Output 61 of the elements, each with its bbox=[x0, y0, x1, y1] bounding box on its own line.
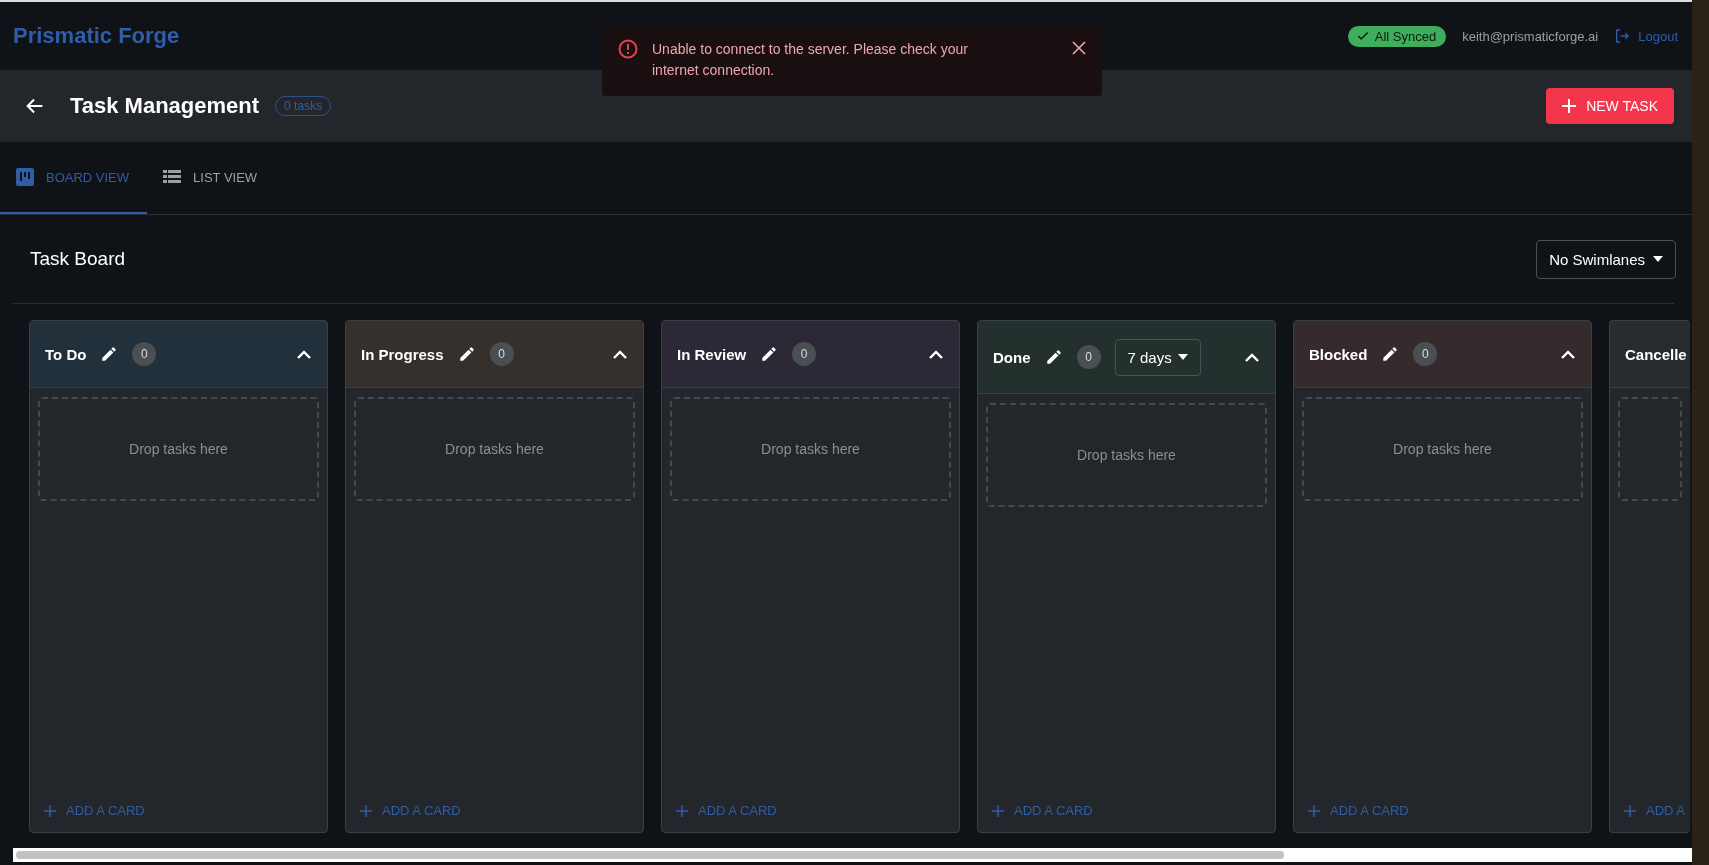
pencil-icon[interactable] bbox=[1044, 348, 1063, 366]
column-title: To Do bbox=[45, 345, 87, 363]
column-title: Blocked bbox=[1309, 345, 1368, 363]
collapse-chevron-icon[interactable] bbox=[297, 349, 311, 359]
collapse-chevron-icon[interactable] bbox=[613, 349, 627, 359]
collapse-chevron-icon[interactable] bbox=[1561, 349, 1575, 359]
add-card-button[interactable]: ADD A bbox=[1610, 803, 1690, 832]
drop-hint: Drop tasks here bbox=[129, 441, 228, 457]
caret-icon bbox=[1177, 354, 1188, 360]
logout-icon bbox=[1614, 28, 1631, 44]
drop-hint: Drop tasks here bbox=[1077, 447, 1176, 463]
drop-hint: Drop tasks here bbox=[445, 441, 544, 457]
add-card-button[interactable]: ADD A CARD bbox=[662, 803, 959, 832]
close-icon[interactable] bbox=[1072, 41, 1086, 55]
plus-icon bbox=[1562, 99, 1577, 113]
logout-link[interactable]: Logout bbox=[1614, 28, 1678, 44]
list-icon bbox=[163, 170, 182, 184]
error-message: Unable to connect to the server. Please check your internet connection. bbox=[652, 40, 969, 80]
pencil-icon[interactable] bbox=[100, 345, 119, 363]
view-tab[interactable]: LIST VIEW bbox=[147, 142, 276, 214]
pencil-icon[interactable] bbox=[457, 345, 476, 363]
column-title: Cancelle bbox=[1625, 345, 1687, 363]
task-count-badge: 0 bbox=[1076, 345, 1101, 369]
add-card-button[interactable]: ADD A CARD bbox=[30, 803, 327, 832]
board-title: Task Board bbox=[30, 248, 126, 270]
caret-icon bbox=[1653, 256, 1663, 262]
pencil-icon[interactable] bbox=[1381, 345, 1400, 363]
column-title: In Progress bbox=[361, 345, 444, 363]
view-tab[interactable]: BOARD VIEW bbox=[0, 142, 148, 214]
column-title: In Review bbox=[677, 345, 747, 363]
plus-icon bbox=[1308, 804, 1320, 817]
plus-icon bbox=[992, 804, 1004, 817]
drop-hint: Drop tasks here bbox=[761, 441, 860, 457]
drop-hint: Drop tasks here bbox=[1393, 441, 1492, 457]
task-count-badge: 0 bbox=[489, 342, 514, 366]
plus-icon bbox=[676, 804, 688, 817]
user-email: keith@prismaticforge.ai bbox=[1462, 28, 1599, 44]
board-icon bbox=[16, 168, 34, 186]
page-title: Task Management bbox=[70, 93, 260, 119]
check-icon bbox=[1355, 29, 1370, 43]
add-card-button[interactable]: ADD A CARD bbox=[978, 803, 1275, 832]
task-count-badge: 0 bbox=[132, 342, 157, 366]
app-logo: Prismatic Forge bbox=[13, 23, 180, 49]
collapse-chevron-icon[interactable] bbox=[1245, 352, 1259, 362]
pencil-icon[interactable] bbox=[760, 345, 779, 363]
plus-icon bbox=[360, 804, 372, 817]
error-icon bbox=[618, 39, 638, 59]
date-range-select[interactable]: 7 days bbox=[1114, 338, 1201, 376]
swimlane-select[interactable]: No Swimlanes bbox=[1536, 239, 1676, 279]
task-count-badge: 0 bbox=[792, 342, 817, 366]
new-task-button[interactable]: NEW TASK bbox=[1546, 88, 1674, 124]
plus-icon bbox=[1624, 804, 1636, 817]
add-card-button[interactable]: ADD A CARD bbox=[1294, 803, 1591, 832]
column-title: Done bbox=[993, 348, 1031, 366]
collapse-chevron-icon[interactable] bbox=[929, 349, 943, 359]
task-count-badge: 0 bbox=[1413, 342, 1438, 366]
scrollbar-thumb[interactable] bbox=[16, 851, 1284, 859]
sync-status-text: All Synced bbox=[1374, 28, 1437, 44]
horizontal-scrollbar[interactable] bbox=[13, 848, 1692, 862]
add-card-button[interactable]: ADD A CARD bbox=[346, 803, 643, 832]
plus-icon bbox=[44, 804, 56, 817]
